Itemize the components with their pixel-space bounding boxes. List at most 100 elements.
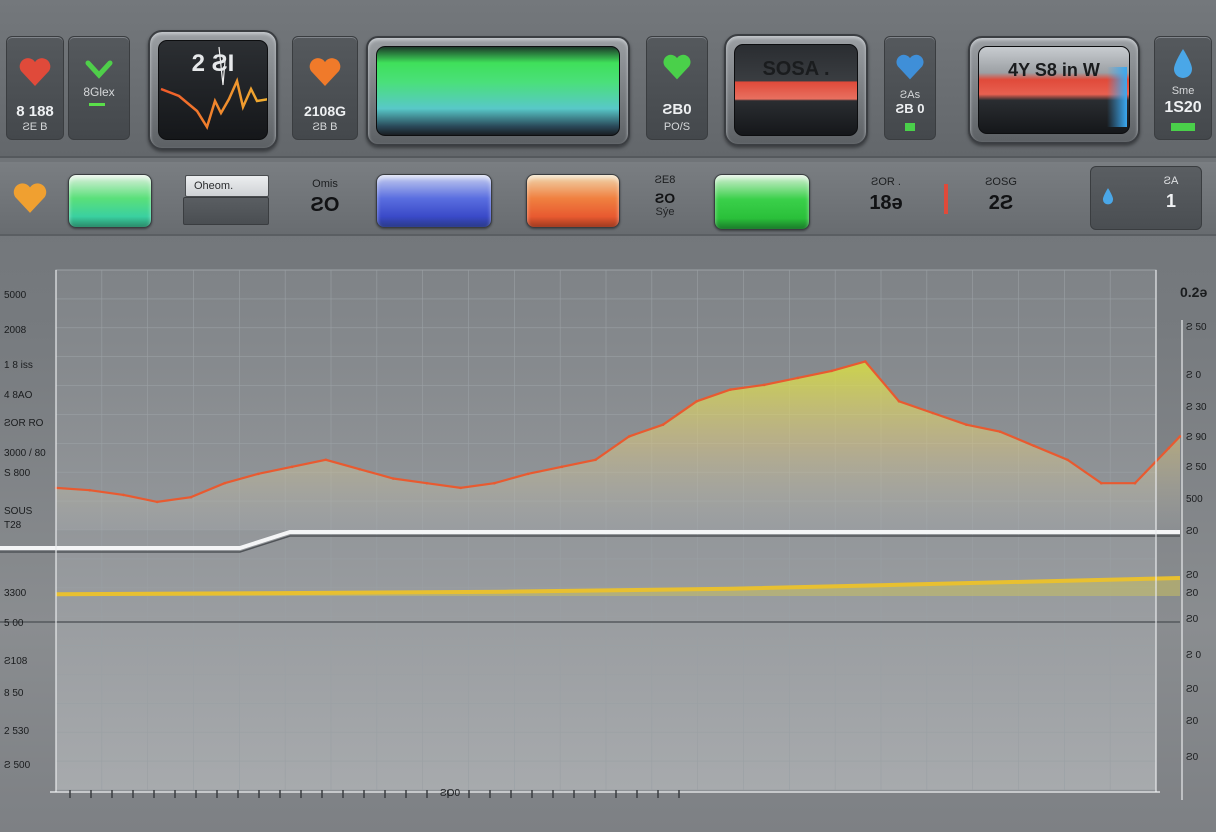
y-tick-label-right: Ƨ 30 [1186,402,1207,413]
main-series-point [998,430,1002,434]
tile-value: 8 188 [16,103,54,120]
y-tick-label-left: ƧOR RO [4,418,44,429]
main-series-point [560,465,564,469]
green-button[interactable] [68,174,152,228]
cell-label: ƧE8 [654,174,676,186]
blue-button[interactable] [376,174,492,228]
y-tick-label-left: SOUS [4,506,33,517]
y-tick-label-right: Ƨ0 [1186,716,1199,727]
tile-value: 2108G [303,103,347,119]
cell-value: 18ə [869,192,903,214]
tile-indicator [905,123,915,131]
tile-drop[interactable]: Sme 1S20 [1154,36,1212,140]
drop-icon [1174,49,1192,78]
search-field[interactable]: Oheom. [185,175,269,197]
y-tick-label-right: 500 [1186,494,1203,505]
y-tick-label-left: 1 8 iss [4,360,33,371]
sosa-readout: SOSA . [762,58,830,80]
drop-panel[interactable]: ƧA 1 [1090,166,1202,230]
tile-sub: ƧAs [899,89,921,101]
cell-se8: ƧE8 ƧO Sýe [636,174,694,218]
main-series-point [155,500,159,504]
right-screen[interactable]: 4Y S8 in W [968,36,1140,144]
y-tick-label-left: T28 [4,520,22,531]
main-series-point [189,495,193,499]
cell-value: 1 [1165,191,1176,211]
main-series-point [290,465,294,469]
spectrum-screen[interactable] [366,36,630,146]
heart-icon [13,183,47,213]
cell-value: ƧO [654,190,676,206]
main-series-point [358,467,361,471]
green-button-2[interactable] [714,174,810,230]
y-tick-label-left: 2008 [4,325,27,336]
cell-sosg: ƧOSG 2Ƨ [966,176,1036,215]
y-tick-label-left: Ƨ108 [4,656,28,667]
y-tick-label-right: Ƨ 50 [1186,322,1207,333]
tile-check[interactable]: 8Glex [68,36,130,140]
cell-sub: Sýe [655,206,675,218]
tile-heart-blue[interactable]: ƧAs ƧB 0 [884,36,936,140]
heart-icon [19,58,51,86]
right-readout: 4Y S8 in W [1008,60,1100,80]
y-tick-label-left: 5000 [4,290,27,301]
main-series-point [931,411,935,415]
main-series-point [88,488,92,492]
y-tick-label-right: Ƨ0 [1186,752,1199,763]
y-tick-label-left: 3000 / 80 [4,448,46,459]
sosa-screen[interactable]: SOSA . [724,34,868,146]
cell-sa: ƧA 1 [1151,175,1191,212]
main-series-point [729,388,732,391]
cell-label: ƧA [1163,175,1179,187]
tile-indicator [89,103,105,106]
cell-label: ƧOSG [985,176,1017,188]
main-series-point [830,369,833,373]
main-series-point [1032,444,1036,448]
orange-button[interactable] [526,174,620,228]
main-series-point [627,435,631,438]
main-series-point [1167,446,1171,450]
main-series-point [695,400,698,403]
y-tick-label-right: Ƨ0 [1186,588,1199,599]
tile-sub: PO/S [663,121,691,133]
tile-heart-green[interactable]: ƧB0 PO/S [646,36,708,140]
y-tick-label-right: Ƨ 90 [1186,432,1207,443]
tile-sub: Sme [1171,85,1195,97]
y-tick-label-right: Ƨ 50 [1186,462,1207,473]
y-tick-label-right: Ƨ0 [1186,570,1199,581]
tile-value: ƧB 0 [895,101,925,116]
cell-sor: ƧOR . 18ə [846,176,926,215]
main-series-point [897,400,901,403]
tile-value: 1S20 [1164,99,1202,116]
main-series-point [1100,481,1103,485]
main-series-point [257,472,260,476]
checkmark-icon [85,60,113,79]
y-tick-label-left: 2 530 [4,726,30,737]
cell-label: ƧOR . [871,176,901,188]
main-series-point [324,458,328,462]
monitor-app: 8 188 ƧE B 8Glex 2 ƧI 2108G ƧB B ƧB0 PO/… [0,0,1216,832]
y-tick-label-left: S 800 [4,468,31,479]
tile-indicator [1171,123,1195,131]
y-tick-label-right: Ƨ 0 [1186,650,1202,661]
cell-omis: Omis ƧO [296,178,354,217]
cell-value: ƧO [310,194,340,216]
y-tick-label-left: 8 50 [4,688,24,699]
main-series-point [425,481,429,485]
y-tick-label-right: Ƨ0 [1186,614,1199,625]
main-series-point [1178,435,1182,438]
y-tick-label-left: Ƨ 500 [4,760,31,771]
main-series-point [1133,481,1137,485]
main-series-point [459,486,462,490]
main-series-point [493,481,496,485]
tile-heart-orange[interactable]: 2108G ƧB B [292,36,358,140]
spectrum-display [376,46,620,136]
tile-sub: ƧE B [22,121,48,133]
tile-value: ƧB0 [662,101,692,118]
tile-sub: ƧB B [312,121,338,133]
field-button[interactable] [183,197,269,225]
main-series-point [594,458,597,462]
tile-heart-rate[interactable]: 8 188 ƧE B [6,36,64,140]
ecg-screen[interactable]: 2 ƧI [148,30,278,150]
y-tick-label-right: Ƨ 0 [1186,370,1202,381]
